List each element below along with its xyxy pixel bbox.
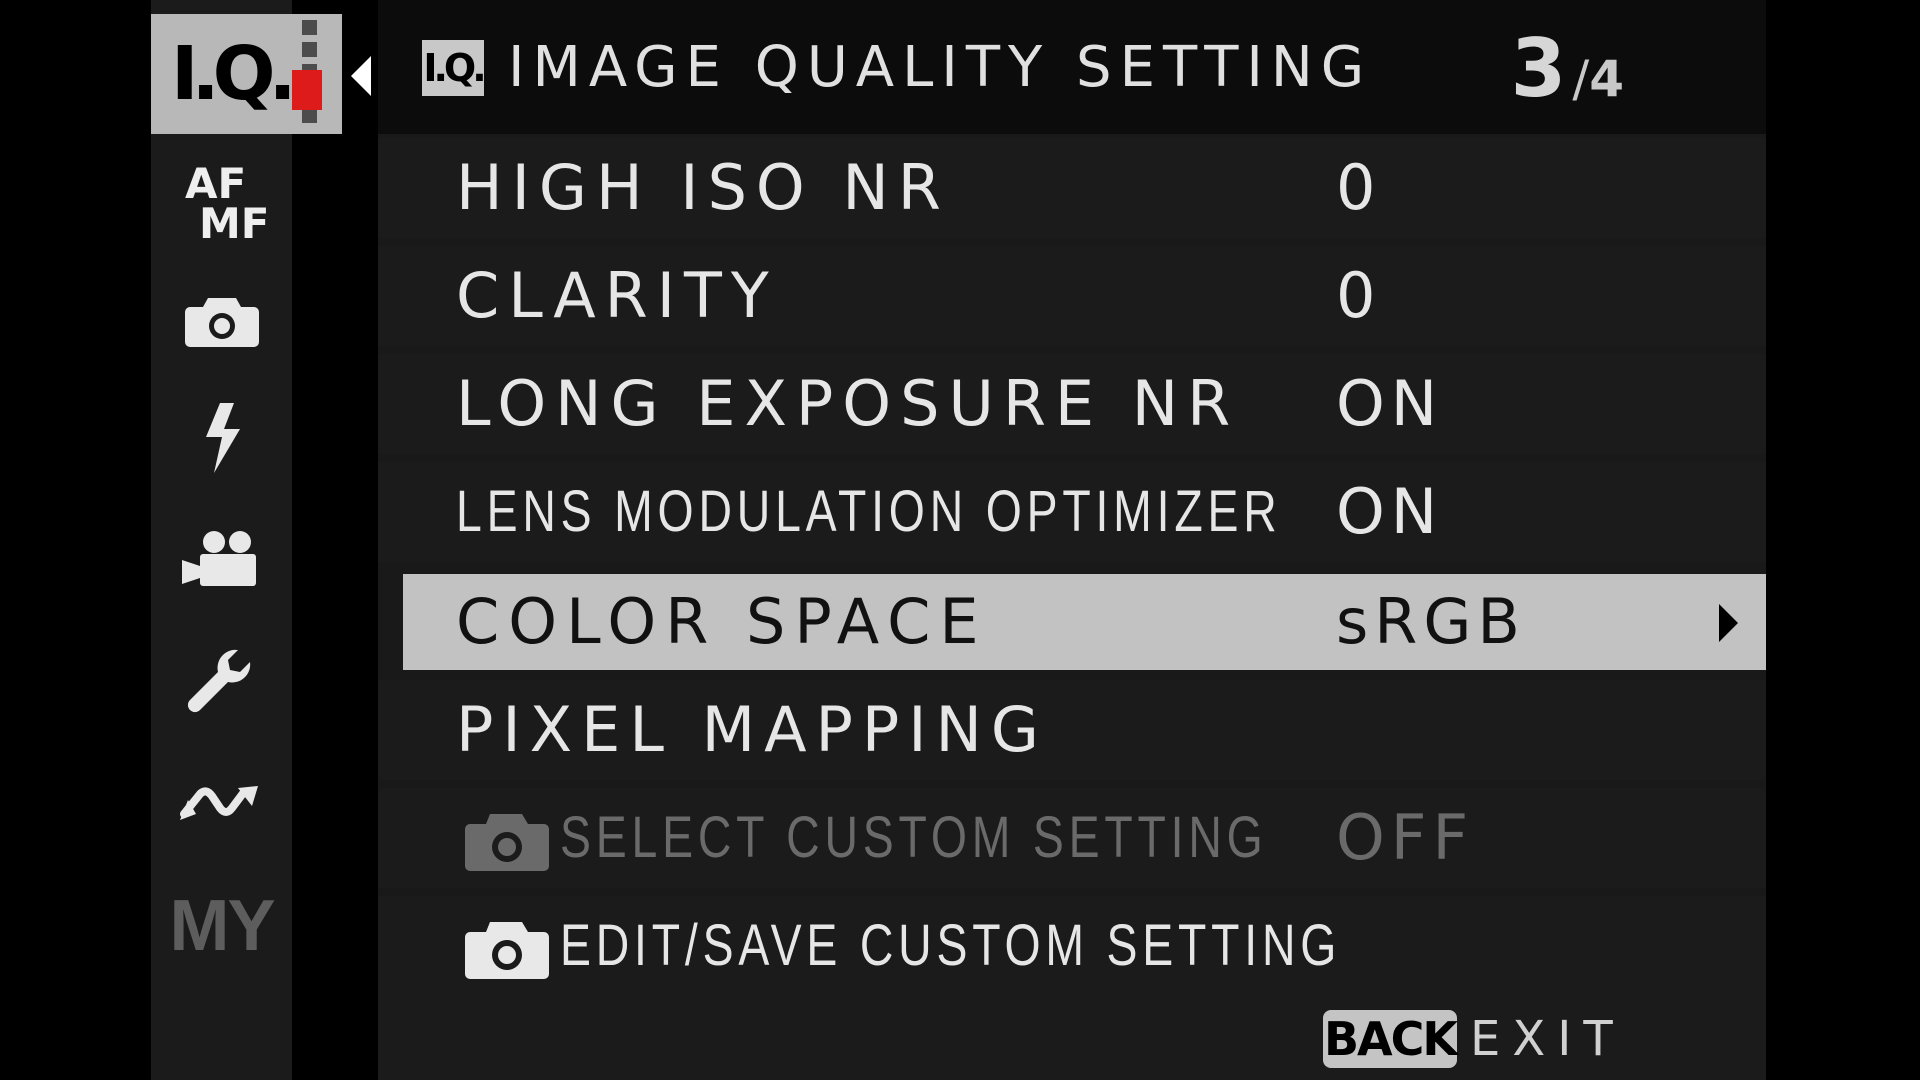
camera-icon [465, 922, 549, 979]
menu-item-lens-modulation-optimizer[interactable]: LENS MODULATION OPTIMIZER ON [378, 462, 1766, 562]
tab-my-menu[interactable]: MY [151, 876, 292, 976]
tab-movie[interactable] [151, 510, 292, 610]
tab-af-mf[interactable]: AF MF [151, 146, 292, 246]
back-button[interactable]: BACK [1323, 1010, 1458, 1068]
menu-item-long-exposure-nr[interactable]: LONG EXPOSURE NR ON [378, 354, 1766, 454]
active-tab-pointer-icon [351, 56, 371, 96]
menu-item-value: ON [1336, 367, 1444, 440]
menu-item-select-custom-setting[interactable]: SELECT CUSTOM SETTING OFF [378, 788, 1766, 888]
menu-item-label: EDIT/SAVE CUSTOM SETTING [560, 913, 1342, 978]
menu-item-value: ON [1336, 475, 1444, 548]
tab-setup[interactable] [151, 632, 292, 732]
movie-camera-icon [181, 531, 256, 586]
tab-shooting[interactable] [151, 270, 292, 370]
camera-icon [184, 298, 259, 347]
page-title: IMAGE QUALITY SETTING [508, 35, 1373, 100]
menu-item-label: LENS MODULATION OPTIMIZER [456, 479, 1282, 544]
menu-item-label: LONG EXPOSURE NR [456, 367, 1240, 440]
page-current: 3 [1510, 22, 1567, 115]
menu-item-high-iso-nr[interactable]: HIGH ISO NR 0 [378, 138, 1766, 238]
menu-item-label: PIXEL MAPPING [456, 693, 1048, 766]
camera-menu-screen: I.Q. AF MF MY I.Q. IMAGE QUALITY SETTING… [0, 0, 1920, 1080]
flash-icon [205, 403, 240, 473]
page-indicator: 3/4 [1511, 22, 1624, 115]
menu-header: I.Q. IMAGE QUALITY SETTING 3/4 [378, 0, 1766, 134]
my-menu-icon: MY [169, 886, 276, 966]
menu-item-value: 0 [1336, 259, 1382, 332]
page-separator: / [1572, 50, 1590, 108]
current-page-marker [292, 70, 322, 110]
iq-tab-label: I.Q. [171, 31, 297, 117]
menu-item-color-space[interactable]: COLOR SPACE sRGB [403, 574, 1766, 670]
menu-item-value: sRGB [1336, 585, 1526, 658]
mf-label: MF [199, 199, 270, 248]
submenu-arrow-icon [1719, 604, 1738, 642]
menu-item-pixel-mapping[interactable]: PIXEL MAPPING [378, 680, 1766, 780]
menu-item-edit-save-custom-setting[interactable]: EDIT/SAVE CUSTOM SETTING [378, 896, 1766, 996]
tab-flash[interactable] [151, 388, 292, 488]
menu-item-value: OFF [1336, 801, 1475, 874]
tab-connection[interactable] [151, 752, 292, 852]
tab-image-quality[interactable]: I.Q. [151, 14, 342, 134]
connection-wave-icon [179, 786, 258, 820]
wrench-icon [187, 649, 250, 713]
menu-item-label: CLARITY [456, 259, 778, 332]
menu-item-label: HIGH ISO NR [456, 151, 950, 224]
page-total: 4 [1589, 50, 1624, 108]
camera-icon [465, 814, 549, 871]
menu-item-clarity[interactable]: CLARITY 0 [378, 246, 1766, 346]
menu-item-label: SELECT CUSTOM SETTING [560, 805, 1268, 870]
af-mf-icon: AF MF [185, 163, 270, 248]
iq-badge-icon: I.Q. [422, 40, 487, 96]
exit-label: EXIT [1470, 1011, 1625, 1067]
menu-item-value: 0 [1336, 151, 1382, 224]
menu-item-label: COLOR SPACE [456, 585, 988, 658]
menu-footer: BACK EXIT [378, 996, 1766, 1080]
